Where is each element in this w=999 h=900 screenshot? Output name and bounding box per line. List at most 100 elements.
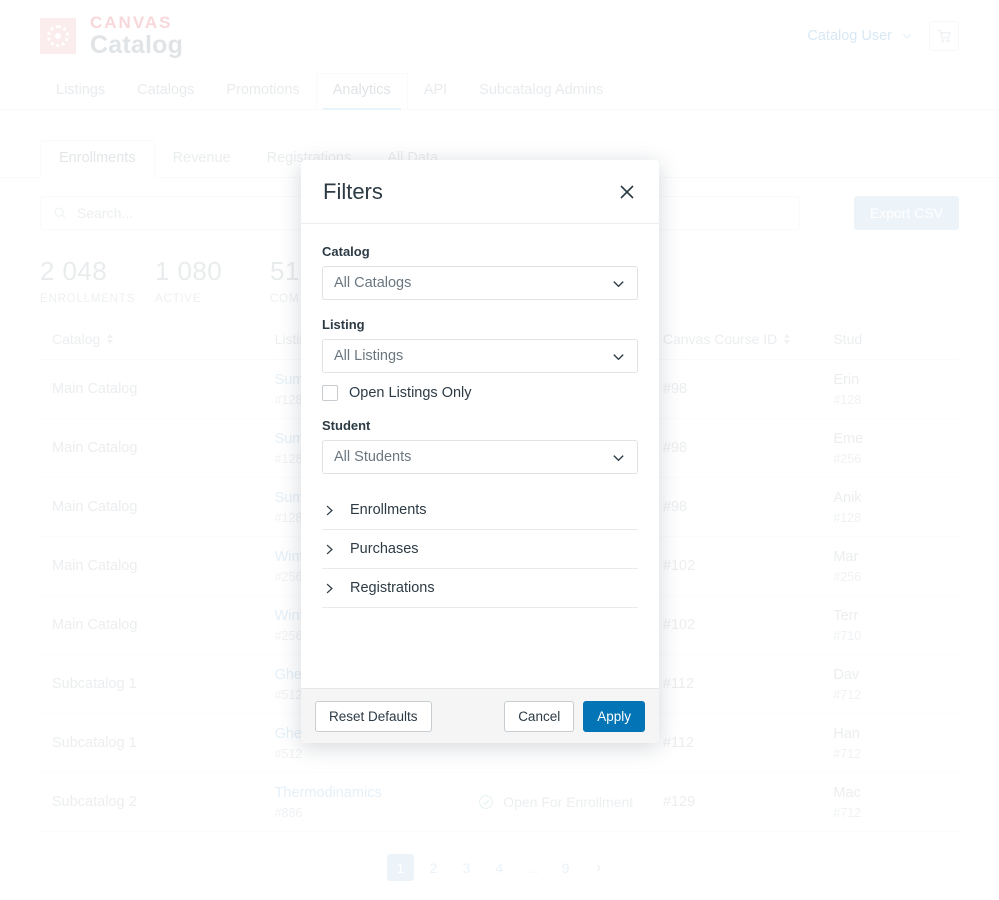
accordion-label: Enrollments — [350, 502, 427, 518]
search-icon — [54, 207, 66, 219]
accordion-purchases[interactable]: Purchases — [322, 530, 638, 569]
cell-course-id: #98 — [662, 381, 688, 397]
page-ellipsis: ... — [526, 859, 539, 876]
status-label: Open For Enrollment — [503, 794, 634, 810]
main-navigation: Listings Catalogs Promotions Analytics A… — [0, 72, 999, 110]
cell-catalog: Subcatalog 1 — [52, 676, 137, 692]
column-label: Catalog — [52, 331, 101, 347]
cell-student-name: Anik — [833, 489, 862, 506]
column-label: Canvas Course ID — [662, 331, 778, 347]
cell-student-id: #256 — [833, 569, 862, 584]
column-label: Stud — [833, 331, 863, 347]
cell-student-id: #710 — [833, 628, 862, 643]
nav-item-listings[interactable]: Listings — [40, 74, 121, 109]
accordion-label: Purchases — [350, 541, 419, 557]
cell-catalog: Main Catalog — [52, 558, 138, 574]
stat-enrollments: 2 048 ENROLLMENTS — [40, 256, 155, 305]
cell-student-id: #128 — [833, 510, 862, 525]
check-circle-icon — [479, 795, 494, 809]
stat-label: ENROLLMENTS — [40, 293, 136, 305]
table-row[interactable]: Subcatalog 2 Thermodinamics #886 Open Fo… — [40, 773, 959, 832]
page-button-4[interactable]: 4 — [486, 854, 513, 881]
cell-catalog: Subcatalog 2 — [52, 794, 137, 810]
page-button-2[interactable]: 2 — [420, 854, 447, 881]
cell-catalog: Subcatalog 1 — [52, 735, 137, 751]
open-listings-only-label: Open Listings Only — [349, 385, 472, 401]
tab-enrollments[interactable]: Enrollments — [40, 140, 155, 178]
cell-course-id: #112 — [662, 735, 695, 751]
top-header: CANVAS Catalog Catalog User — [0, 0, 999, 72]
cell-course-id: #98 — [662, 440, 688, 456]
cell-listing-id: #886 — [274, 805, 303, 820]
student-select[interactable]: All Students — [322, 440, 638, 474]
apply-button[interactable]: Apply — [583, 700, 645, 732]
cell-student-name: Terr — [833, 607, 859, 624]
nav-item-api[interactable]: API — [408, 74, 463, 109]
nav-item-catalogs[interactable]: Catalogs — [121, 74, 210, 109]
cell-course-id: #98 — [662, 499, 688, 515]
cart-icon — [937, 29, 951, 43]
cell-course-id: #102 — [662, 617, 696, 633]
cell-student-id: #712 — [833, 687, 862, 702]
page-button-9[interactable]: 9 — [552, 854, 579, 881]
accordion-label: Registrations — [350, 580, 435, 596]
status-badge: Open For Enrollment — [478, 794, 663, 810]
modal-body: Catalog All Catalogs Listing All Listing… — [301, 224, 659, 688]
cell-student-id: #256 — [833, 451, 862, 466]
page-button-3[interactable]: 3 — [453, 854, 480, 881]
catalog-select[interactable]: All Catalogs — [322, 266, 638, 300]
cart-button[interactable] — [929, 21, 959, 51]
cell-listing-link[interactable]: Thermodinamics — [275, 785, 479, 801]
student-field-label: Student — [322, 418, 371, 433]
next-page-button[interactable]: › — [585, 854, 612, 881]
modal-header: Filters — [301, 160, 659, 224]
stat-active: 1 080 ACTIVE — [155, 256, 270, 305]
search-placeholder-text: Search... — [77, 205, 134, 221]
cell-student-name: Erin — [833, 371, 860, 388]
chevron-right-icon — [326, 583, 333, 593]
user-menu[interactable]: Catalog User — [807, 28, 913, 44]
chevron-down-icon — [613, 280, 624, 287]
nav-item-subcatalog-admins[interactable]: Subcatalog Admins — [463, 74, 619, 109]
nav-item-promotions[interactable]: Promotions — [210, 74, 315, 109]
tab-revenue[interactable]: Revenue — [155, 141, 249, 177]
user-name-label: Catalog User — [807, 28, 892, 44]
column-header-student[interactable]: Stud — [833, 331, 947, 347]
cell-catalog: Main Catalog — [52, 440, 138, 456]
cancel-button[interactable]: Cancel — [504, 700, 575, 732]
accordion-registrations[interactable]: Registrations — [322, 569, 638, 608]
cell-student-id: #712 — [833, 746, 862, 761]
cell-student-name: Mar — [833, 548, 859, 565]
pagination: 1 2 3 4 ... 9 › — [0, 854, 999, 881]
export-csv-button[interactable]: Export CSV — [853, 196, 959, 230]
catalog-select-value: All Catalogs — [334, 275, 412, 291]
open-listings-only-checkbox[interactable]: Open Listings Only — [322, 385, 638, 401]
listing-field-label: Listing — [322, 317, 365, 332]
chevron-down-icon — [613, 353, 624, 360]
column-header-canvas-course-id[interactable]: Canvas Course ID — [663, 331, 833, 347]
nav-item-analytics[interactable]: Analytics — [315, 73, 408, 110]
brand-catalog-text: Catalog — [90, 30, 184, 59]
cell-course-id: #112 — [662, 676, 695, 692]
cell-student-name: Mac — [833, 784, 861, 801]
header-actions: Catalog User — [807, 21, 959, 51]
cell-student-name: Han — [833, 725, 860, 742]
brand-logo[interactable]: CANVAS Catalog — [40, 14, 183, 58]
close-icon[interactable] — [617, 182, 637, 202]
stat-label: ACTIVE — [155, 293, 202, 305]
cell-course-id: #129 — [662, 794, 696, 810]
reset-defaults-button[interactable]: Reset Defaults — [315, 700, 432, 732]
accordion-enrollments[interactable]: Enrollments — [322, 491, 638, 530]
cell-catalog: Main Catalog — [52, 381, 138, 397]
stat-value: 2 048 — [40, 256, 108, 286]
modal-title: Filters — [323, 178, 383, 204]
cell-student-id: #712 — [833, 805, 862, 820]
cell-course-id: #102 — [662, 558, 696, 574]
listing-select[interactable]: All Listings — [322, 339, 638, 373]
brand-canvas-text: CANVAS — [90, 12, 173, 32]
cell-student-name: Eme — [833, 430, 864, 447]
column-header-catalog[interactable]: Catalog — [52, 331, 275, 347]
page-button-1[interactable]: 1 — [387, 854, 414, 881]
student-select-value: All Students — [334, 449, 412, 465]
listing-select-value: All Listings — [334, 348, 404, 364]
